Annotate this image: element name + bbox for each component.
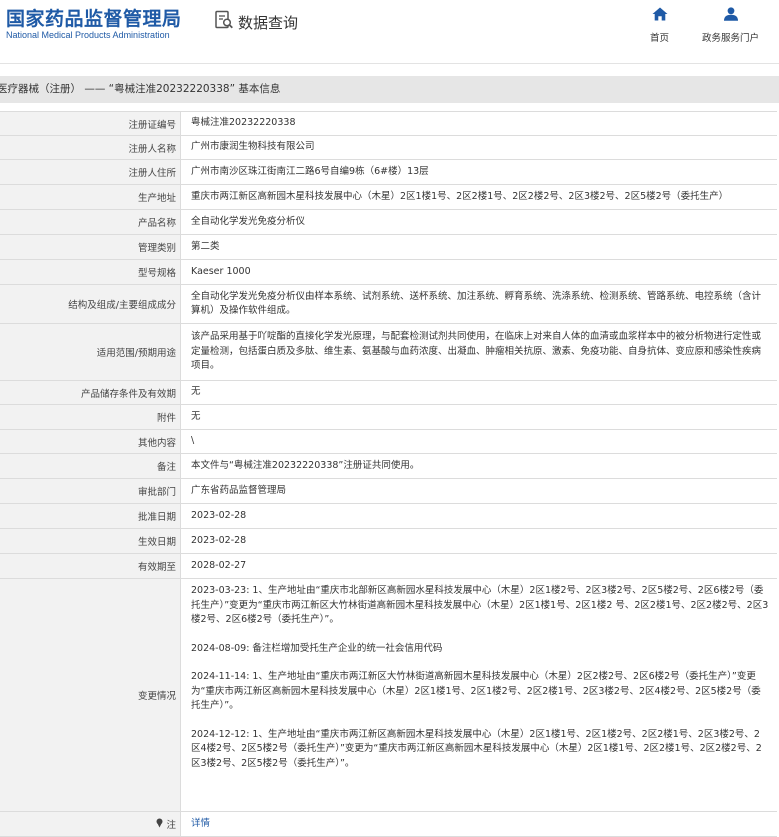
row-value: Kaeser 1000: [180, 260, 777, 284]
table-row: 注册人住所 广州市南沙区珠江街南江二路6号自编9栋（6#楼）13层: [0, 160, 777, 185]
table-row: 生产地址 重庆市两江新区高新园木星科技发展中心（木星）2区1楼1号、2区2楼1号…: [0, 185, 777, 210]
table-row: 生效日期 2023-02-28: [0, 529, 777, 554]
row-value: 无: [180, 405, 777, 429]
note-label: 注: [166, 820, 176, 831]
row-label: 注册证编号: [0, 112, 180, 135]
row-value: 粤械注准20232220338: [180, 112, 777, 135]
row-value: 详情: [180, 812, 777, 836]
table-row: 变更情况 2023-03-23: 1、生产地址由“重庆市北部新区高新园水星科技发…: [0, 579, 777, 812]
row-value: 第二类: [180, 235, 777, 259]
row-label: 生效日期: [0, 529, 180, 553]
change-entry: 2024-11-14: 1、生产地址由“重庆市两江新区大竹林街道高新园木星科技发…: [191, 671, 761, 711]
details-link[interactable]: 详情: [191, 817, 210, 832]
data-query-label: 数据查询: [238, 13, 299, 32]
row-label: 审批部门: [0, 479, 180, 503]
row-value: 广州市康润生物科技有限公司: [180, 136, 777, 159]
row-value: 2028-02-27: [180, 554, 777, 578]
table-row: 注册证编号 粤械注准20232220338: [0, 112, 777, 136]
row-value: 2023-02-28: [180, 529, 777, 553]
row-label: 注册人住所: [0, 160, 180, 184]
row-label: 附件: [0, 405, 180, 429]
row-label: 变更情况: [0, 579, 180, 811]
page-title-bar: 医疗器械（注册） —— “粤械注准20232220338” 基本信息: [0, 76, 779, 103]
site-logo-en: National Medical Products Administration: [6, 30, 170, 40]
data-query-icon: [214, 10, 234, 34]
change-history: 2023-03-23: 1、生产地址由“重庆市北部新区高新园水星科技发展中心（木…: [180, 579, 777, 811]
nav-home-label: 首页: [650, 33, 670, 44]
row-value: \: [180, 430, 777, 453]
row-label: 适用范围/预期用途: [0, 324, 180, 380]
table-row: 备注 本文件与“粤械注准20232220338”注册证共同使用。: [0, 454, 777, 479]
table-row: 管理类别 第二类: [0, 235, 777, 260]
table-row: 审批部门 广东省药品监督管理局: [0, 479, 777, 504]
table-row: 产品储存条件及有效期 无: [0, 381, 777, 405]
row-label: 生产地址: [0, 185, 180, 209]
home-icon: [652, 6, 668, 25]
nav-service-portal-label: 政务服务门户: [702, 33, 760, 44]
row-label: 有效期至: [0, 554, 180, 578]
table-row: 型号规格 Kaeser 1000: [0, 260, 777, 285]
table-row: 产品名称 全自动化学发光免疫分析仪: [0, 210, 777, 235]
table-row: 其他内容 \: [0, 430, 777, 454]
row-value: 该产品采用基于吖啶酯的直接化学发光原理，与配套检测试剂共同使用，在临床上对来自人…: [180, 324, 777, 380]
row-label: 产品储存条件及有效期: [0, 381, 180, 404]
page-title: 医疗器械（注册） —— “粤械注准20232220338” 基本信息: [0, 83, 281, 95]
row-value: 重庆市两江新区高新园木星科技发展中心（木星）2区1楼1号、2区2楼1号、2区2楼…: [180, 185, 777, 209]
row-value: 本文件与“粤械注准20232220338”注册证共同使用。: [180, 454, 777, 478]
header-divider: [0, 63, 779, 64]
table-row: 有效期至 2028-02-27: [0, 554, 777, 579]
detail-table: 注册证编号 粤械注准20232220338 注册人名称 广州市康润生物科技有限公…: [0, 111, 777, 837]
row-label: 管理类别: [0, 235, 180, 259]
nav-service-portal[interactable]: 政务服务门户: [702, 6, 759, 44]
row-label: 批准日期: [0, 504, 180, 528]
table-row: 注册人名称 广州市康润生物科技有限公司: [0, 136, 777, 160]
row-value: 全自动化学发光免疫分析仪由样本系统、试剂系统、送杯系统、加注系统、孵育系统、洗涤…: [180, 285, 777, 323]
row-value: 广州市南沙区珠江街南江二路6号自编9栋（6#楼）13层: [180, 160, 777, 184]
row-label: 注册人名称: [0, 136, 180, 159]
change-entry: 2023-03-23: 1、生产地址由“重庆市北部新区高新园水星科技发展中心（木…: [191, 585, 769, 625]
table-row: 注 详情: [0, 812, 777, 837]
row-label: 其他内容: [0, 430, 180, 453]
site-logo-cn[interactable]: 国家药品监督管理局: [6, 4, 182, 31]
table-row: 附件 无: [0, 405, 777, 430]
row-label: 结构及组成/主要组成成分: [0, 285, 180, 323]
site-header: 国家药品监督管理局 National Medical Products Admi…: [0, 0, 779, 63]
row-label: 型号规格: [0, 260, 180, 284]
row-value: 2023-02-28: [180, 504, 777, 528]
row-value: 全自动化学发光免疫分析仪: [180, 210, 777, 234]
nav-home[interactable]: 首页: [650, 6, 669, 44]
pin-icon: [155, 818, 164, 831]
row-label: 注: [0, 812, 180, 836]
row-value: 广东省药品监督管理局: [180, 479, 777, 503]
change-entry: 2024-12-12: 1、生产地址由“重庆市两江新区高新园木星科技发展中心（木…: [191, 728, 762, 769]
table-row: 结构及组成/主要组成成分 全自动化学发光免疫分析仪由样本系统、试剂系统、送杯系统…: [0, 285, 777, 324]
row-label: 备注: [0, 454, 180, 478]
table-row: 批准日期 2023-02-28: [0, 504, 777, 529]
data-query-link[interactable]: 数据查询: [214, 10, 298, 34]
table-row: 适用范围/预期用途 该产品采用基于吖啶酯的直接化学发光原理，与配套检测试剂共同使…: [0, 324, 777, 381]
user-icon: [723, 6, 739, 25]
change-entry: 2024-08-09: 备注栏增加受托生产企业的统一社会信用代码: [191, 642, 443, 654]
row-label: 产品名称: [0, 210, 180, 234]
row-value: 无: [180, 381, 777, 404]
